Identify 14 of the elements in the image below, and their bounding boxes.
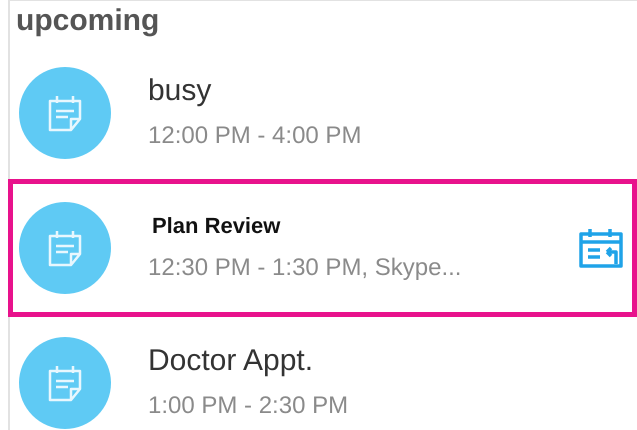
event-title: Doctor Appt. (148, 343, 314, 379)
event-item[interactable]: busy 12:00 PM - 4:00 PM (10, 47, 637, 179)
event-item[interactable]: Doctor Appt. 1:00 PM - 2:30 PM (10, 317, 637, 430)
event-time: 12:30 PM - 1:30 PM, Skype... (148, 253, 462, 283)
section-heading: upcoming (15, 3, 160, 39)
calendar-note-icon (47, 228, 83, 268)
event-time: 12:00 PM - 4:00 PM (148, 121, 362, 151)
event-item[interactable]: Plan Review 12:30 PM - 1:30 PM, Skype... (8, 179, 637, 317)
event-time: 1:00 PM - 2:30 PM (148, 391, 350, 421)
event-title: busy (148, 73, 212, 109)
event-title: Plan Review (152, 212, 282, 240)
calendar-note-icon (47, 93, 83, 133)
calendar-arrow-icon[interactable] (578, 226, 624, 270)
calendar-note-icon (47, 363, 83, 403)
